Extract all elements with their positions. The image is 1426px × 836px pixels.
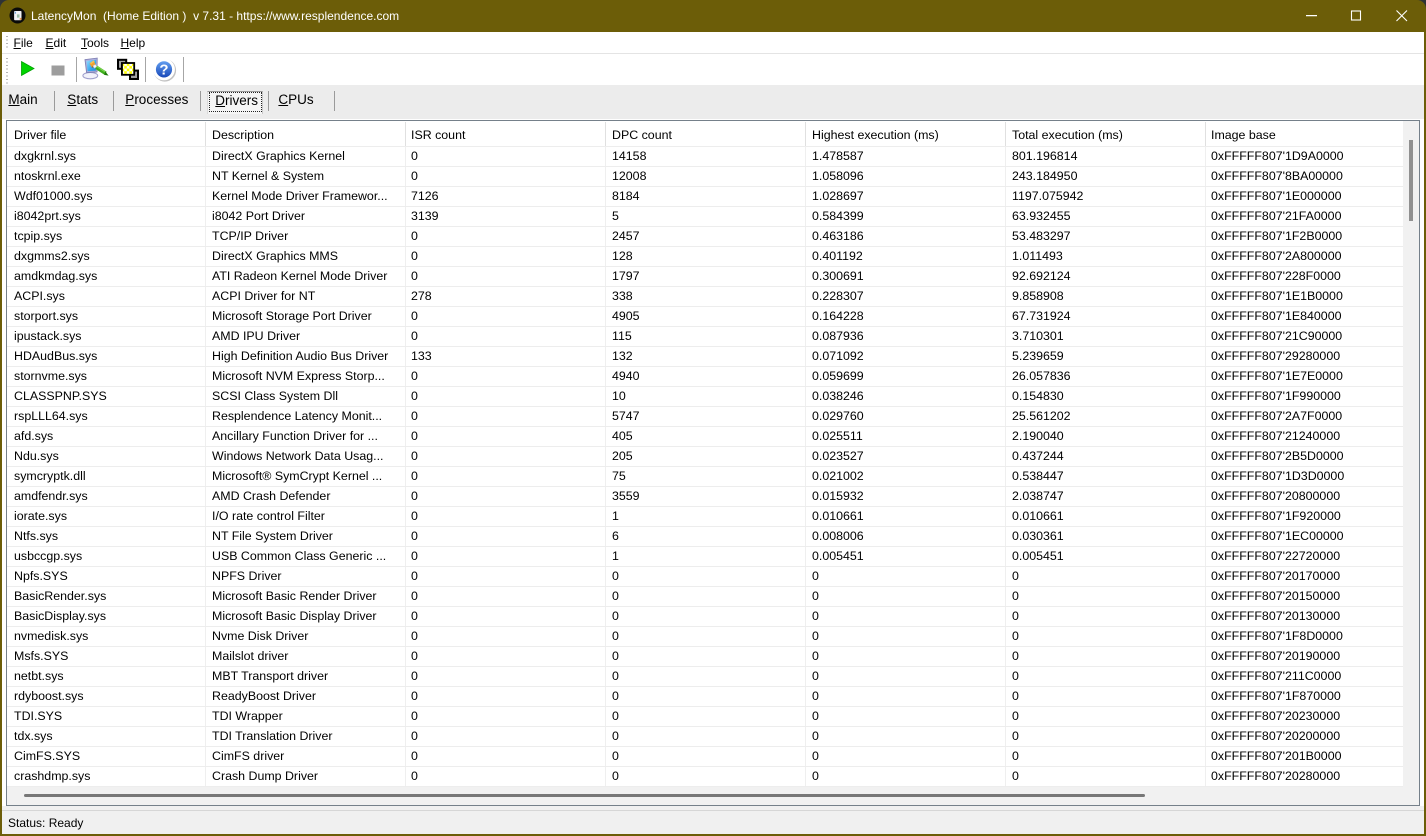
svg-text:?: ?: [159, 61, 168, 78]
